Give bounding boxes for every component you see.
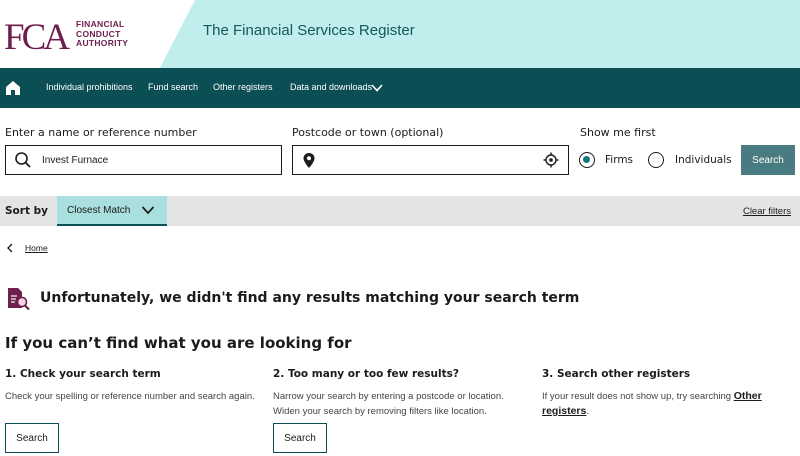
home-icon[interactable] — [5, 80, 21, 96]
logo-text: FINANCIAL CONDUCT AUTHORITY — [76, 19, 129, 49]
chevron-down-icon[interactable] — [370, 81, 384, 95]
radio-individuals[interactable] — [648, 152, 664, 168]
name-field-label: Enter a name or reference number — [5, 126, 197, 139]
clear-filters-link[interactable]: Clear filters — [743, 206, 791, 217]
nav-item-other-registers[interactable]: Other registers — [213, 82, 273, 92]
search-button[interactable]: Search — [741, 145, 795, 175]
sort-select[interactable]: Closest Match — [57, 196, 167, 226]
search-icon — [15, 152, 31, 168]
help-col2-title: 2. Too many or too few results? — [273, 368, 459, 380]
no-results-message: Unfortunately, we didn't find any result… — [40, 290, 580, 306]
sort-bar: Sort by Closest Match Clear filters — [0, 196, 800, 226]
help-col1-title: 1. Check your search term — [5, 368, 161, 380]
postcode-field-label: Postcode or town (optional) — [292, 126, 444, 139]
help-col1-text: Check your spelling or reference number … — [5, 391, 255, 402]
radio-firms[interactable] — [579, 152, 595, 168]
breadcrumb-home[interactable]: Home — [25, 243, 48, 253]
help-heading: If you can’t find what you are looking f… — [5, 334, 352, 352]
sort-by-label: Sort by — [5, 205, 48, 217]
main-nav: Individual prohibitions Fund search Othe… — [0, 68, 800, 108]
help-col3-text: If your result does not show up, try sea… — [542, 389, 787, 419]
register-title[interactable]: The Financial Services Register — [203, 22, 415, 39]
sort-select-value: Closest Match — [67, 205, 131, 216]
fca-logo[interactable]: FCA — [4, 17, 74, 53]
postcode-input[interactable] — [323, 153, 533, 167]
locate-me-icon[interactable] — [543, 152, 559, 168]
logo-letters: FCA — [4, 17, 70, 53]
help-col3-title: 3. Search other registers — [542, 368, 691, 380]
location-pin-icon — [303, 153, 315, 168]
chevron-down-icon — [141, 206, 155, 215]
logo-line-3: AUTHORITY — [76, 38, 129, 48]
document-search-icon — [8, 288, 30, 311]
help-col3-text-lead: If your result does not show up, try sea… — [542, 391, 734, 402]
nav-item-individual-prohibitions[interactable]: Individual prohibitions — [46, 82, 133, 92]
help-col1-search-button[interactable]: Search — [5, 423, 59, 453]
radio-individuals-label[interactable]: Individuals — [675, 154, 732, 166]
help-col3-text-end: . — [586, 406, 589, 417]
chevron-left-icon — [7, 243, 13, 253]
postcode-field[interactable] — [292, 145, 569, 175]
help-col2-text: Narrow your search by entering a postcod… — [273, 391, 504, 417]
radio-firms-label[interactable]: Firms — [605, 154, 633, 166]
name-field[interactable] — [5, 145, 282, 175]
site-header: FCA FINANCIAL CONDUCT AUTHORITY The Fina… — [0, 0, 800, 68]
nav-item-data-and-downloads[interactable]: Data and downloads — [290, 82, 372, 92]
help-col2-search-button[interactable]: Search — [273, 423, 327, 453]
name-input[interactable] — [42, 153, 272, 167]
radio-selected-dot — [583, 156, 590, 163]
nav-item-fund-search[interactable]: Fund search — [148, 82, 198, 92]
show-me-first-label: Show me first — [580, 126, 656, 139]
